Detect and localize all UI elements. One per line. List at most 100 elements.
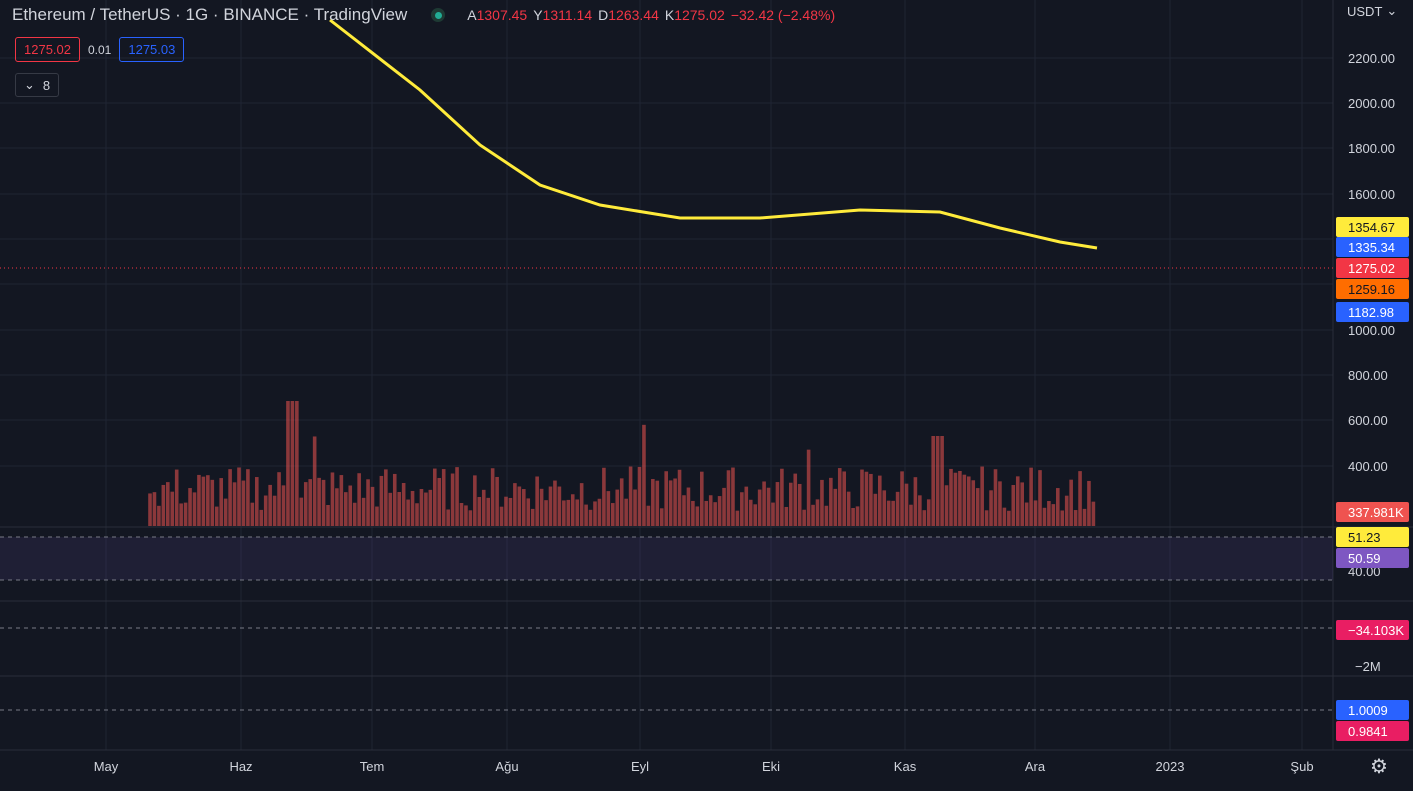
volume-bar [303,482,308,526]
volume-bar [953,472,958,526]
gear-icon[interactable]: ⚙ [1368,755,1390,778]
dmi-plus-value-tag: 1.0009 [1336,700,1409,720]
sell-price-button[interactable]: 1275.02 [15,37,80,62]
volume-bar [771,502,775,526]
volume-bar [232,482,237,526]
volume-bar [562,500,566,526]
volume-bar [744,486,749,526]
volume-bar [174,469,179,526]
currency-selector[interactable]: USDT ⌄ [1347,3,1397,19]
volume-bar [281,485,286,526]
volume-bar [455,467,459,526]
volume-bar [677,469,682,526]
volume-bar [575,499,579,526]
volume-bar [642,424,646,526]
volume-bar [664,471,668,526]
time-axis-tick: May [94,759,119,774]
volume-bar [1078,471,1082,526]
time-axis-tick: Eyl [631,759,649,774]
volume-bar [566,499,571,526]
volume-bar [820,479,824,526]
volume-bar [548,486,553,526]
volume-bar [415,503,419,526]
volume-bar [940,436,944,526]
volume-bar [344,492,348,526]
volume-value-tag: 337.981K [1336,502,1409,522]
volume-bar [673,478,677,526]
volume-bar [1024,502,1029,526]
ohlc-open: A1307.45 [467,7,528,23]
volume-bar [775,482,780,526]
volume-bar [633,489,637,526]
volume-bar [882,490,887,526]
buy-price-button[interactable]: 1275.03 [119,37,185,62]
volume-bar [535,476,539,526]
volume-bar [949,468,953,526]
ma-long-line [329,18,1098,250]
bollinger-upper-price-tag: 1335.34 [1336,237,1409,257]
ohlc-close: K1275.02 [664,7,725,23]
volume-bar [646,505,651,526]
volume-bar [459,503,464,526]
rsi-band [0,537,1333,580]
price-axis-tick: 2000.00 [1348,96,1395,111]
volume-bar [406,499,410,526]
volume-bar [192,492,197,526]
volume-bar [517,486,522,526]
volume-bar [361,497,366,526]
volume-bar [731,467,735,526]
volume-bar [272,495,277,526]
volume-bar [486,497,490,526]
symbol-title[interactable]: Ethereum / TetherUS · 1G · BINANCE · Tra… [12,5,407,25]
volume-bar [895,491,900,526]
volume-bar [1029,467,1033,526]
volume-bar [833,488,838,526]
volume-bar [1038,470,1042,526]
volume-bar [615,489,620,526]
rsi-ma-value-tag: 51.23 [1336,527,1409,547]
volume-bar [904,483,909,526]
chart-header: Ethereum / TetherUS · 1G · BINANCE · Tra… [12,5,835,25]
volume-bar [388,492,393,526]
volume-bar [704,500,709,526]
chart-canvas[interactable]: 2200.002000.001800.001600.001400.001200.… [0,0,1413,791]
volume-bar [424,492,428,526]
indicators-toggle-button[interactable]: ⌄ 8 [15,73,60,97]
volume-bar [602,467,606,526]
trade-price-row: 1275.02 0.01 1275.03 [15,37,185,62]
volume-bar [878,475,882,526]
ohlc-low: D1263.44 [598,7,659,23]
volume-bar [268,484,272,526]
last-price-tag: 1275.02 [1336,258,1409,278]
price-axis-tick: 2200.00 [1348,51,1395,66]
volume-bar [829,477,833,526]
time-axis-tick: Kas [894,759,917,774]
price-axis-tick: 800.00 [1348,368,1388,383]
volume-bar [197,474,201,526]
volume-bar [597,498,602,526]
volume-bar [593,501,597,526]
volume-bar [522,489,526,526]
volume-bar [326,504,330,526]
volume-bar [611,503,615,526]
volume-bar [695,506,700,526]
volume-bar [539,488,544,526]
volume-bar [975,488,980,526]
volume-bar [864,471,869,526]
currency-label: USDT [1347,3,1383,19]
obv-axis-tick: −2M [1355,659,1381,674]
volume-bar [691,500,695,526]
volume-bar [797,483,802,526]
volume-bar [206,475,210,526]
volume-bar [188,488,192,526]
volume-bar [980,466,984,526]
volume-bar [446,509,450,526]
volume-bar [619,478,624,526]
volume-bar [401,482,406,526]
bollinger-lower-price-tag-label: 1182.98 [1348,305,1394,320]
volume-bar [989,490,993,526]
volume-bar [214,506,219,526]
volume-bar [259,509,264,526]
obv-value-tag: −34.103K [1336,620,1409,640]
volume-bar [1087,480,1091,526]
